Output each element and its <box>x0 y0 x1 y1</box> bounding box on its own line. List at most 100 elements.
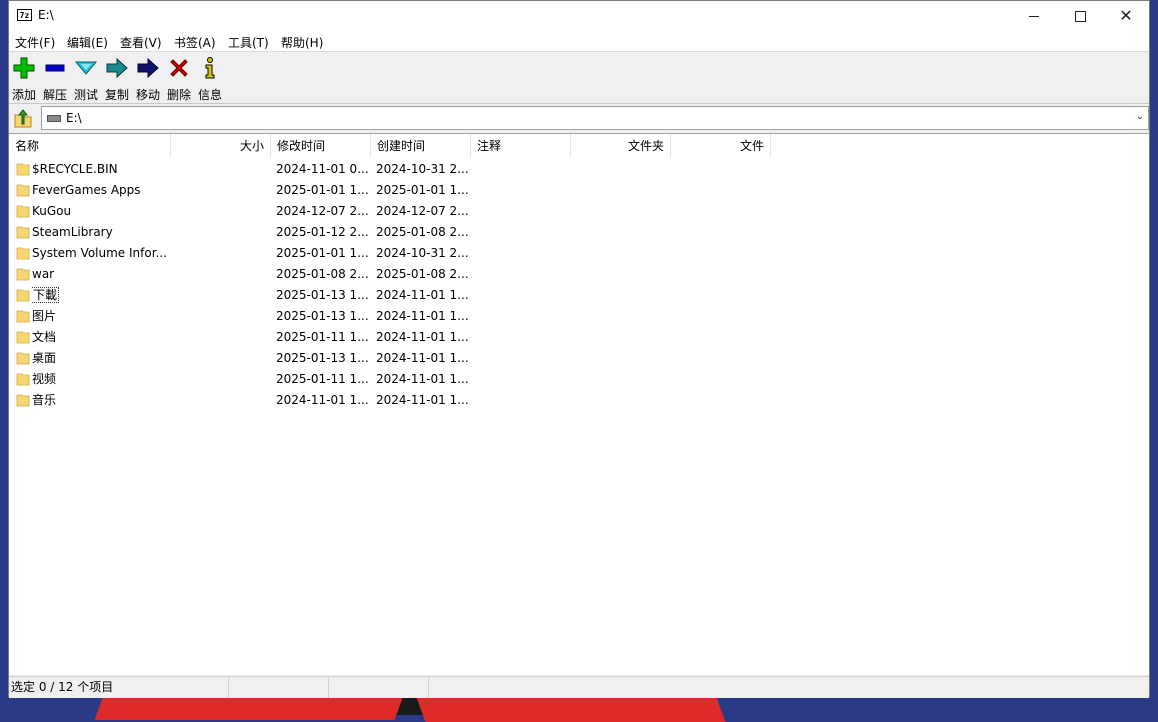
copy-label: 复制 <box>104 88 129 102</box>
test-button[interactable]: 测试 <box>71 56 101 103</box>
column-header-created[interactable]: 创建时间 <box>371 134 471 158</box>
file-name: 音乐 <box>32 393 57 407</box>
status-selection: 选定 0 / 12 个项目 <box>9 677 229 698</box>
file-name: 文档 <box>32 330 57 344</box>
delete-button[interactable]: 删除 <box>164 56 194 103</box>
test-icon <box>74 61 98 75</box>
column-header-folders[interactable]: 文件夹 <box>571 134 671 158</box>
title-bar[interactable]: 7z E:\ ✕ <box>9 1 1149 31</box>
file-created: 2024-11-01 1... <box>376 393 468 407</box>
table-row[interactable]: SteamLibrary 2025-01-12 2... 2025-01-08 2.… <box>9 222 1149 243</box>
address-input[interactable]: E:\ ⌄ <box>41 106 1149 130</box>
table-row[interactable]: 视频 2025-01-11 1... 2024-11-01 1... <box>9 369 1149 390</box>
minimize-icon <box>1029 15 1039 17</box>
extract-label: 解压 <box>42 88 67 102</box>
file-list[interactable]: 名称 大小 修改时间 创建时间 注释 文件夹 文件 $RECYCLE.BIN 20… <box>9 133 1149 675</box>
move-button[interactable]: 移动 <box>133 56 163 103</box>
table-row[interactable]: 桌面 2025-01-13 1... 2024-11-01 1... <box>9 348 1149 369</box>
file-name: 图片 <box>32 309 57 323</box>
close-icon: ✕ <box>1119 6 1133 25</box>
menu-edit[interactable]: 编辑(E) <box>67 34 108 51</box>
menu-file[interactable]: 文件(F) <box>15 34 55 51</box>
address-bar: E:\ ⌄ <box>9 104 1149 132</box>
status-segment-2 <box>229 677 329 698</box>
file-name: System Volume Infor... <box>32 246 167 260</box>
copy-button[interactable]: 复制 <box>102 56 132 103</box>
column-header-size[interactable]: 大小 <box>171 134 271 158</box>
file-modified: 2025-01-11 1... <box>276 330 368 344</box>
move-label: 移动 <box>135 88 160 102</box>
folder-icon <box>16 352 30 365</box>
file-name: war <box>32 267 55 281</box>
file-modified: 2025-01-01 1... <box>276 183 368 197</box>
maximize-button[interactable] <box>1057 1 1103 31</box>
column-headers: 名称 大小 修改时间 创建时间 注释 文件夹 文件 <box>9 134 1149 158</box>
file-created: 2024-11-01 1... <box>376 288 468 302</box>
delete-label: 删除 <box>166 88 191 102</box>
file-created: 2025-01-08 2... <box>376 267 468 281</box>
table-row[interactable]: 音乐 2024-11-01 1... 2024-11-01 1... <box>9 390 1149 411</box>
file-rows: $RECYCLE.BIN 2024-11-01 0... 2024-10-31 2.… <box>9 159 1149 411</box>
column-header-comment[interactable]: 注释 <box>471 134 571 158</box>
file-created: 2024-10-31 2... <box>376 246 468 260</box>
table-row[interactable]: KuGou 2024-12-07 2... 2024-12-07 2... <box>9 201 1149 222</box>
test-label: 测试 <box>73 88 98 102</box>
file-created: 2025-01-08 2... <box>376 225 468 239</box>
drive-icon <box>47 115 61 122</box>
close-button[interactable]: ✕ <box>1103 1 1149 31</box>
file-created: 2025-01-01 1... <box>376 183 468 197</box>
minimize-button[interactable] <box>1011 1 1057 31</box>
table-row[interactable]: $RECYCLE.BIN 2024-11-01 0... 2024-10-31 2.… <box>9 159 1149 180</box>
column-header-modified[interactable]: 修改时间 <box>271 134 371 158</box>
window-title: E:\ <box>38 8 54 22</box>
file-created: 2024-11-01 1... <box>376 330 468 344</box>
menu-bar: 文件(F) 编辑(E) 查看(V) 书签(A) 工具(T) 帮助(H) <box>9 31 1149 52</box>
folder-icon <box>16 205 30 218</box>
table-row[interactable]: war 2025-01-08 2... 2025-01-08 2... <box>9 264 1149 285</box>
up-folder-icon <box>14 109 32 128</box>
file-manager-window: 7z E:\ ✕ 文件(F) 编辑(E) 查看(V) 书签(A) 工具(T) 帮… <box>8 0 1150 698</box>
column-header-files[interactable]: 文件 <box>671 134 771 158</box>
info-button[interactable]: 信息 <box>195 56 225 103</box>
file-created: 2024-11-01 1... <box>376 309 468 323</box>
table-row[interactable]: System Volume Infor... 2025-01-01 1... 202… <box>9 243 1149 264</box>
file-modified: 2024-11-01 1... <box>276 393 368 407</box>
folder-icon <box>16 247 30 260</box>
menu-help[interactable]: 帮助(H) <box>281 34 323 51</box>
maximize-icon <box>1074 10 1086 22</box>
add-icon <box>13 57 35 79</box>
column-header-name[interactable]: 名称 <box>9 134 171 158</box>
extract-button[interactable]: 解压 <box>40 56 70 103</box>
file-modified: 2024-12-07 2... <box>276 204 368 218</box>
file-created: 2024-10-31 2... <box>376 162 468 176</box>
file-modified: 2024-11-01 0... <box>276 162 368 176</box>
info-icon <box>205 57 215 79</box>
file-modified: 2025-01-13 1... <box>276 288 368 302</box>
add-button[interactable]: 添加 <box>9 56 39 103</box>
app-icon: 7z <box>17 9 32 21</box>
file-modified: 2025-01-08 2... <box>276 267 368 281</box>
table-row[interactable]: 下載 2025-01-13 1... 2024-11-01 1... <box>9 285 1149 306</box>
file-modified: 2025-01-13 1... <box>276 309 368 323</box>
extract-icon <box>45 64 65 72</box>
menu-bookmarks[interactable]: 书签(A) <box>174 34 216 51</box>
table-row[interactable]: 图片 2025-01-13 1... 2024-11-01 1... <box>9 306 1149 327</box>
file-modified: 2025-01-12 2... <box>276 225 368 239</box>
file-name: SteamLibrary <box>32 225 113 239</box>
menu-view[interactable]: 查看(V) <box>120 34 162 51</box>
folder-icon <box>16 310 30 323</box>
add-label: 添加 <box>11 88 36 102</box>
address-path: E:\ <box>66 111 82 125</box>
delete-icon <box>170 59 188 77</box>
folder-icon <box>16 373 30 386</box>
folder-icon <box>16 394 30 407</box>
table-row[interactable]: FeverGames Apps 2025-01-01 1... 2025-01-01… <box>9 180 1149 201</box>
up-folder-button[interactable] <box>12 107 34 129</box>
copy-icon <box>106 57 128 79</box>
file-name: 下載 <box>32 287 60 303</box>
file-name: $RECYCLE.BIN <box>32 162 118 176</box>
file-name: KuGou <box>32 204 72 218</box>
chevron-down-icon[interactable]: ⌄ <box>1136 111 1144 122</box>
table-row[interactable]: 文档 2025-01-11 1... 2024-11-01 1... <box>9 327 1149 348</box>
menu-tools[interactable]: 工具(T) <box>228 34 269 51</box>
